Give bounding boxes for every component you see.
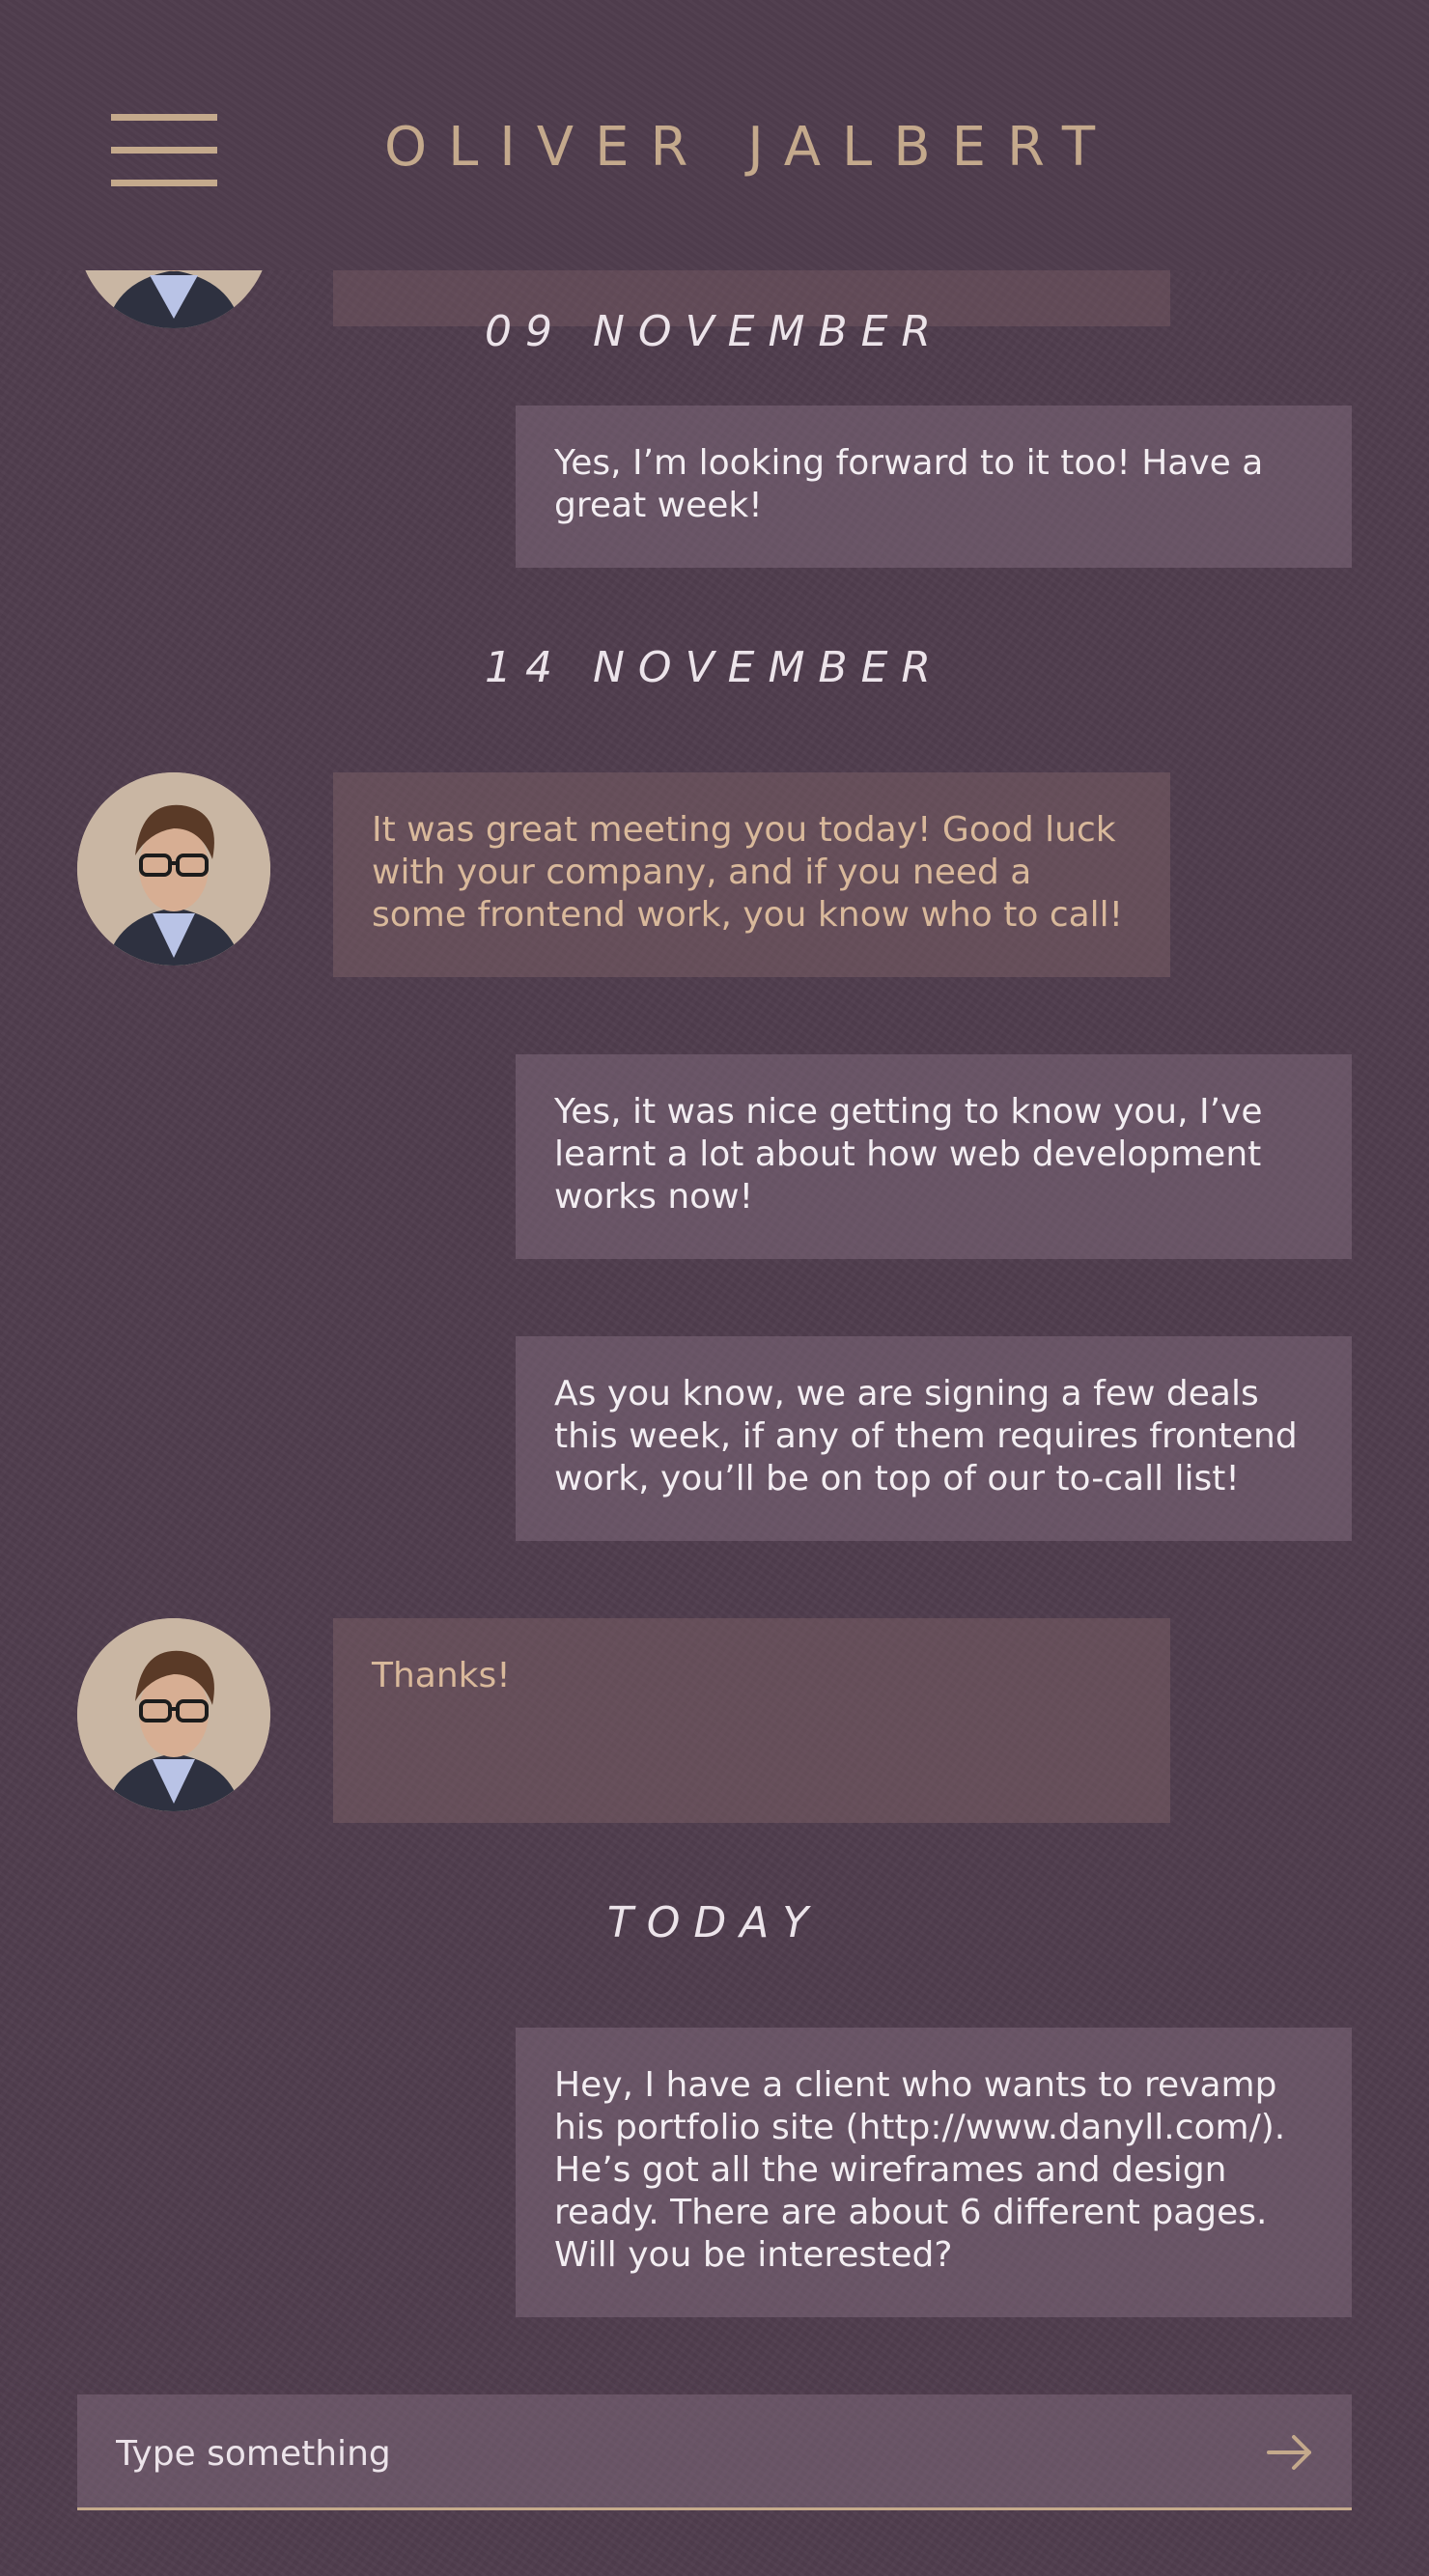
contact-avatar[interactable]	[77, 772, 270, 966]
contact-avatar[interactable]	[77, 1618, 270, 1811]
sent-message-bubble[interactable]: Yes, it was nice getting to know you, I’…	[516, 1054, 1352, 1259]
chat-screen: OLIVER JALBERT 09 NOVEMBER Yes, I’m look…	[0, 0, 1429, 2576]
received-message-bubble[interactable]: Thanks!	[333, 1618, 1170, 1823]
message-composer	[77, 2394, 1352, 2510]
sent-message-bubble[interactable]: Yes, I’m looking forward to it too! Have…	[516, 406, 1352, 568]
received-message-bubble[interactable]: It was great meeting you today! Good luc…	[333, 772, 1170, 977]
chat-header: OLIVER JALBERT	[0, 0, 1429, 270]
message-input[interactable]	[114, 2423, 1180, 2483]
avatar-portrait	[77, 1618, 270, 1811]
sent-message-bubble[interactable]: Hey, I have a client who wants to revamp…	[516, 2028, 1352, 2317]
arrow-right-icon[interactable]	[1265, 2427, 1315, 2478]
sent-message-bubble[interactable]: As you know, we are signing a few deals …	[516, 1336, 1352, 1541]
date-separator: TODAY	[606, 1898, 823, 1947]
hamburger-menu-icon[interactable]	[111, 114, 217, 187]
contact-name-title: OLIVER JALBERT	[384, 116, 1117, 179]
avatar-portrait	[77, 772, 270, 966]
date-separator: 14 NOVEMBER	[485, 643, 944, 692]
